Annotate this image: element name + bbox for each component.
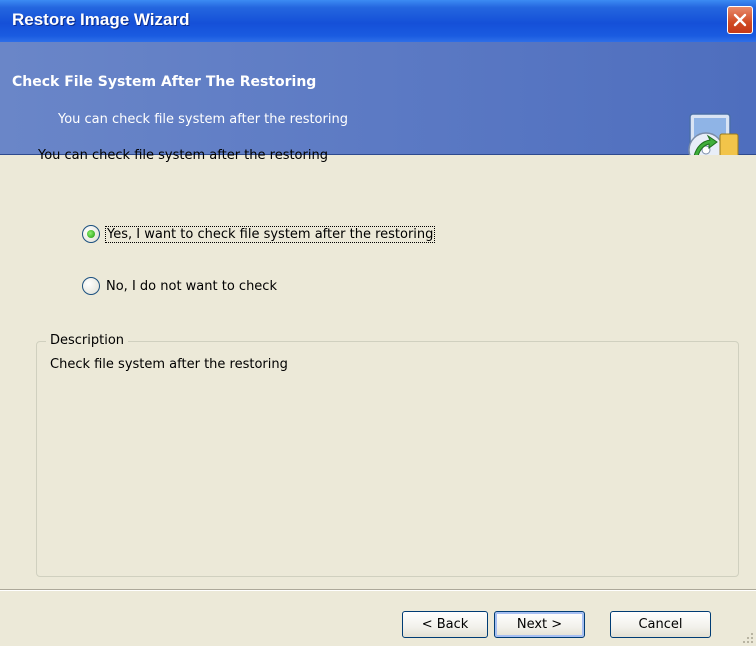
intro-text: You can check file system after the rest… — [38, 148, 328, 163]
restore-wizard-window: Restore Image Wizard Check File System A… — [0, 0, 756, 646]
radio-yes[interactable] — [82, 225, 100, 243]
radio-selected-dot — [87, 230, 95, 238]
title-bar[interactable]: Restore Image Wizard — [0, 0, 756, 42]
page-subtitle: You can check file system after the rest… — [58, 112, 348, 127]
footer-divider — [0, 589, 756, 591]
option-yes-check[interactable]: Yes, I want to check file system after t… — [82, 223, 436, 245]
description-legend: Description — [46, 333, 129, 348]
back-button[interactable]: < Back — [402, 611, 488, 638]
option-yes-label: Yes, I want to check file system after t… — [104, 225, 436, 243]
option-no-label: No, I do not want to check — [106, 278, 277, 294]
close-icon — [733, 13, 747, 27]
window-title: Restore Image Wizard — [12, 10, 190, 29]
option-no-check[interactable]: No, I do not want to check — [82, 275, 277, 297]
page-title: Check File System After The Restoring — [12, 74, 317, 90]
close-button[interactable] — [727, 6, 753, 34]
radio-no[interactable] — [82, 277, 100, 295]
next-button[interactable]: Next > — [494, 611, 585, 638]
resize-grip-icon[interactable] — [740, 630, 754, 644]
cancel-button[interactable]: Cancel — [610, 611, 711, 638]
wizard-header: Check File System After The Restoring Yo… — [0, 42, 756, 168]
description-groupbox — [36, 341, 739, 577]
description-text: Check file system after the restoring — [50, 357, 288, 372]
